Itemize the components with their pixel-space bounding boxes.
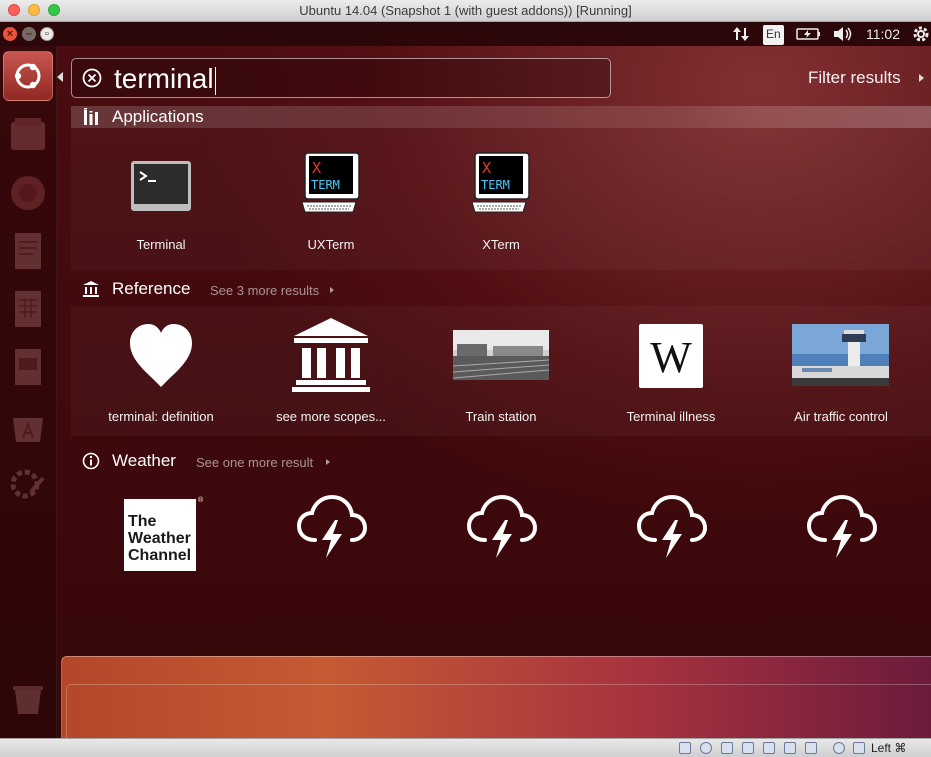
reference-label: Air traffic control	[794, 409, 888, 424]
host-key-label: Left ⌘	[871, 741, 907, 755]
usb-icon[interactable]	[721, 742, 733, 754]
launcher	[0, 46, 57, 738]
svg-text:TERM: TERM	[481, 178, 510, 192]
xterm-icon: X TERM	[301, 152, 360, 213]
app-label: XTerm	[482, 237, 520, 252]
reference-tile-more-scopes[interactable]: see more scopes...	[246, 318, 416, 430]
reference-tile-terminal-illness[interactable]: W Terminal illness	[586, 320, 756, 430]
session-gear-icon[interactable]	[911, 24, 931, 44]
reference-more-arrow	[330, 287, 334, 293]
app-tile-xterm[interactable]: X TERM XTerm	[416, 146, 586, 256]
reference-building-icon	[83, 281, 99, 297]
reference-label: Terminal illness	[626, 409, 716, 424]
mouse-integration-icon[interactable]	[853, 742, 865, 754]
dash-minimize-button[interactable]: –	[22, 27, 36, 41]
app-label: UXTerm	[307, 237, 355, 252]
weather-more-arrow	[326, 459, 330, 465]
weather-title: Weather	[112, 451, 176, 470]
guest-additions-icon[interactable]	[833, 742, 845, 754]
clear-search-icon[interactable]	[82, 68, 102, 88]
weather-tile-forecast[interactable]	[756, 492, 926, 582]
weather-tile-forecast[interactable]	[246, 492, 416, 582]
weather-tile-weather-channel[interactable]: The Weather Channel ®	[76, 492, 246, 582]
building-icon	[292, 318, 370, 392]
dash-close-button[interactable]: ×	[3, 27, 17, 41]
filter-arrow-icon	[919, 74, 924, 82]
thunderstorm-icon	[297, 494, 367, 558]
wikipedia-icon: W	[639, 324, 703, 388]
desktop-window-outline	[66, 684, 931, 745]
video-capture-icon[interactable]	[805, 742, 817, 754]
network-adapter-icon[interactable]	[742, 742, 754, 754]
reference-tile-definition[interactable]: terminal: definition	[76, 320, 246, 430]
display-icon[interactable]	[784, 742, 796, 754]
thunderstorm-icon	[637, 494, 707, 558]
registered-mark: ®	[198, 497, 204, 504]
clock[interactable]: 11:02	[866, 24, 900, 44]
applications-title: Applications	[112, 107, 204, 126]
app-tile-terminal[interactable]: Terminal	[76, 146, 246, 256]
svg-text:TERM: TERM	[311, 178, 340, 192]
weather-more-link[interactable]: See one more result	[196, 455, 313, 470]
files-launcher-icon[interactable]	[3, 110, 53, 160]
app-label: Terminal	[136, 237, 186, 252]
window-titlebar: Ubuntu 14.04 (Snapshot 1 (with guest add…	[0, 0, 931, 22]
keyboard-layout-indicator[interactable]: En	[763, 25, 784, 45]
svg-text:X: X	[312, 159, 321, 177]
train-station-photo	[453, 330, 549, 380]
thunderstorm-icon	[467, 494, 537, 558]
logo-line: The	[128, 513, 157, 530]
reference-label: Train station	[465, 409, 537, 424]
weather-tile-forecast[interactable]	[416, 492, 586, 582]
weather-header[interactable]: Weather See one more result	[71, 450, 931, 472]
applications-header[interactable]: Applications	[71, 106, 931, 128]
reference-label: see more scopes...	[276, 409, 386, 424]
volume-icon[interactable]	[832, 24, 854, 44]
network-icon[interactable]	[731, 24, 751, 44]
software-center-launcher-icon[interactable]	[3, 400, 53, 450]
airport-tower-photo	[792, 324, 889, 386]
calc-launcher-icon[interactable]	[3, 284, 53, 334]
info-icon	[82, 452, 100, 470]
firefox-launcher-icon[interactable]	[3, 168, 53, 218]
svg-text:X: X	[482, 159, 491, 177]
applications-icon	[84, 108, 98, 125]
terminal-icon	[131, 161, 191, 211]
virtualbox-status-bar: Left ⌘	[0, 738, 931, 757]
app-tile-uxterm[interactable]: X TERM UXTerm	[246, 146, 416, 256]
logo-line: Weather	[128, 530, 191, 547]
reference-more-link[interactable]: See 3 more results	[210, 283, 319, 298]
xterm-icon: X TERM	[471, 152, 530, 213]
hard-disk-icon[interactable]	[679, 742, 691, 754]
dash-home-button[interactable]	[3, 51, 53, 101]
impress-launcher-icon[interactable]	[3, 342, 53, 392]
weather-tile-forecast[interactable]	[586, 492, 756, 582]
reference-tile-air-traffic-control[interactable]: Air traffic control	[756, 320, 926, 430]
window-title: Ubuntu 14.04 (Snapshot 1 (with guest add…	[299, 3, 632, 18]
reference-header[interactable]: Reference See 3 more results	[71, 278, 931, 300]
thunderstorm-icon	[807, 494, 877, 558]
search-input[interactable]: terminal	[114, 62, 216, 96]
dash-search-field[interactable]: terminal	[71, 58, 611, 98]
optical-drive-icon[interactable]	[700, 742, 712, 754]
logo-line: Channel	[128, 547, 192, 564]
dash-maximize-button[interactable]: ▫	[40, 27, 54, 41]
writer-launcher-icon[interactable]	[3, 226, 53, 276]
reference-tile-train-station[interactable]: Train station	[416, 320, 586, 430]
filter-results-button[interactable]: Filter results	[808, 68, 901, 88]
heart-icon	[130, 324, 192, 387]
reference-title: Reference	[112, 279, 191, 298]
battery-icon[interactable]	[796, 24, 822, 44]
trash-launcher-icon[interactable]	[3, 674, 53, 724]
shared-folders-icon[interactable]	[763, 742, 775, 754]
reference-label: terminal: definition	[108, 409, 214, 424]
weather-channel-logo: The Weather Channel	[124, 499, 196, 571]
system-settings-launcher-icon[interactable]	[3, 458, 53, 508]
launcher-active-arrow	[57, 72, 63, 82]
svg-text:W: W	[650, 333, 692, 382]
top-panel: × – ▫ En 11:02	[0, 22, 931, 46]
